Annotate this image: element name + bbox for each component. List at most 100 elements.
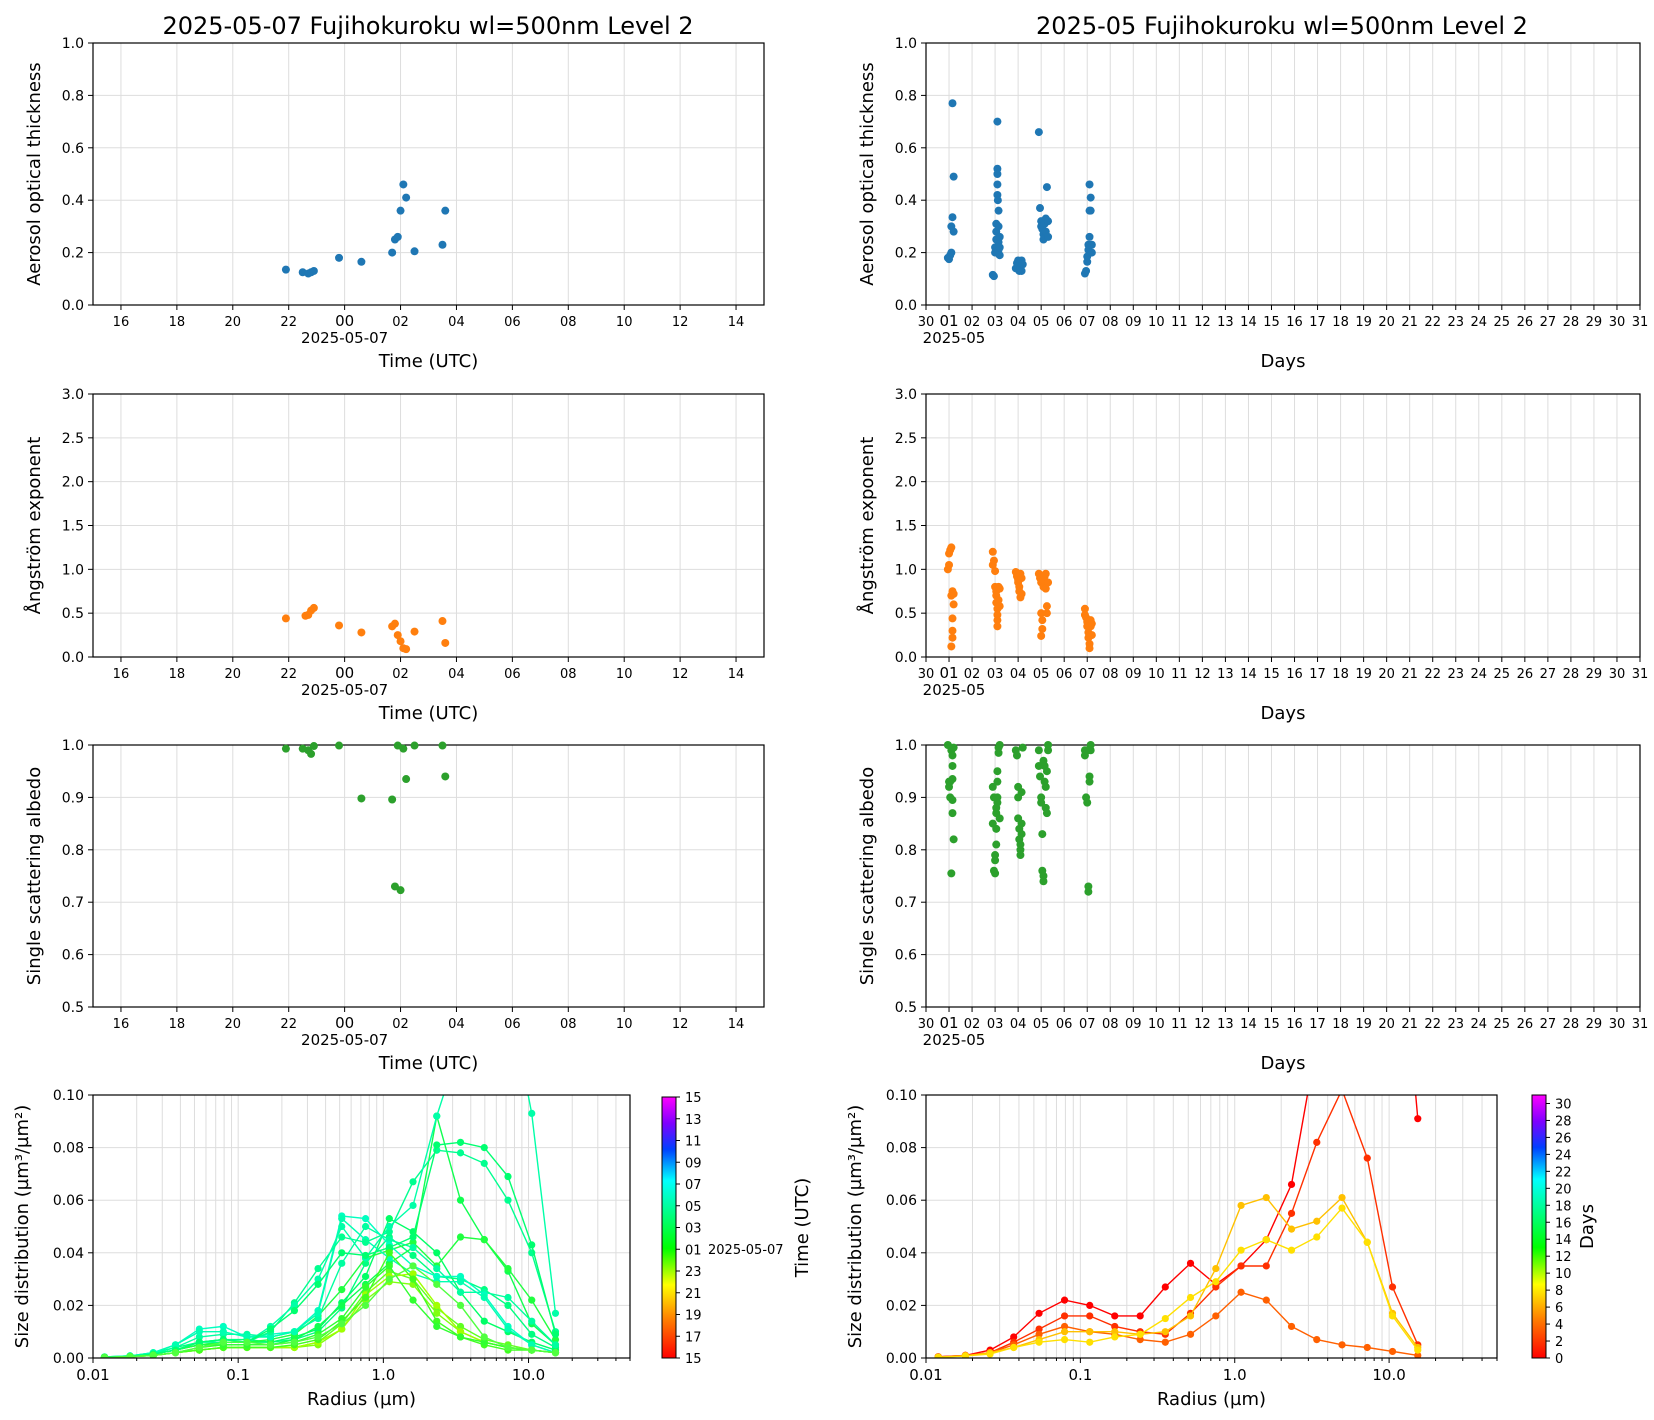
monthly-ssa-point <box>1017 830 1026 839</box>
daily-size-series-point <box>361 1272 370 1281</box>
daily-size-series-point <box>551 1349 560 1357</box>
monthly-aot-ytick-label: 0.2 <box>895 246 917 262</box>
monthly-size-series-point <box>1338 1204 1346 1212</box>
daily-angstrom-ytick-label: 1.0 <box>62 562 84 578</box>
monthly-size-ytick-label: 0.02 <box>886 1298 917 1314</box>
monthly-aot-xtick-label: 12 <box>1194 315 1211 330</box>
monthly-angstrom-xtick-label: 07 <box>1079 667 1096 682</box>
daily-angstrom-xtick-label: 20 <box>225 667 242 682</box>
monthly-aot-point <box>1044 217 1053 226</box>
daily-size-series-point <box>409 1251 417 1260</box>
monthly-ssa-ytick-label: 1.0 <box>895 738 917 754</box>
monthly-angstrom-point <box>948 626 957 635</box>
monthly-ssa-xtick-label: 13 <box>1217 1017 1234 1032</box>
daily-angstrom-point <box>441 638 450 647</box>
monthly-size-series-point <box>1262 1236 1270 1244</box>
monthly-ssa-ylabel: Single scattering albedo <box>857 767 878 985</box>
monthly-ssa-xtick-label: 09 <box>1125 1017 1142 1032</box>
monthly-aot-ytick-label: 0.6 <box>895 141 917 157</box>
daily-aot-xtick-label: 18 <box>169 315 186 330</box>
monthly-aot-xtick-label: 23 <box>1447 315 1464 330</box>
daily-angstrom-ylabel: Ångström exponent <box>23 437 45 615</box>
daily-ssa-ytick-label: 0.8 <box>62 843 84 859</box>
monthly-ssa-xtick-label: 30 <box>918 1017 935 1032</box>
monthly-aot-point <box>994 222 1003 231</box>
monthly-aot-point <box>1087 248 1096 257</box>
daily-size-series-point <box>219 1328 227 1336</box>
monthly-size-ytick-label: 0.08 <box>886 1141 917 1157</box>
monthly-size-series-point <box>1060 1335 1069 1344</box>
monthly-angstrom-point <box>1017 589 1026 598</box>
daily-ssa-point <box>402 775 411 784</box>
monthly-ssa-xtick-label: 19 <box>1355 1017 1372 1032</box>
daily-size-series-point <box>361 1293 370 1302</box>
left-colorbar-tick-label: 07 <box>685 1178 702 1193</box>
daily-ssa-point <box>438 741 447 750</box>
monthly-ssa-point <box>1018 743 1027 752</box>
monthly-size-series-point <box>1086 1301 1094 1309</box>
daily-size-series-point <box>433 1301 441 1309</box>
monthly-aot-point <box>994 206 1003 215</box>
daily-size-series-point <box>361 1238 370 1246</box>
monthly-size-series-line <box>938 1095 1419 1358</box>
daily-angstrom-point <box>357 628 366 637</box>
monthly-angstrom-xtick-label: 27 <box>1540 667 1557 682</box>
monthly-angstrom-ytick-label: 1.5 <box>895 519 917 535</box>
daily-aot-point <box>309 266 318 275</box>
daily-size-series-point <box>195 1343 203 1352</box>
chart-root: 2025-05-07 Fujihokuroku wl=500nm Level 2… <box>12 12 1648 1410</box>
monthly-ssa-xtick-label: 18 <box>1332 1017 1349 1032</box>
monthly-aot-point <box>948 99 957 108</box>
monthly-aot-xtick-label: 19 <box>1355 315 1372 330</box>
monthly-ssa-point <box>948 751 957 760</box>
monthly-size-ytick-label: 0.04 <box>886 1246 917 1262</box>
daily-size-series-point <box>361 1215 370 1223</box>
monthly-aot-date-label: 2025-05 <box>923 329 986 347</box>
daily-angstrom-point <box>390 619 399 628</box>
daily-angstrom-point <box>309 603 318 612</box>
daily-angstrom-ytick-label: 2.5 <box>62 431 84 447</box>
monthly-aot-xtick-label: 01 <box>939 312 958 330</box>
monthly-size-series-point <box>1287 1322 1296 1331</box>
daily-aot-ylabel: Aerosol optical thickness <box>24 62 45 285</box>
daily-aot-xtick-label: 16 <box>113 315 130 330</box>
monthly-aot-point <box>993 117 1002 126</box>
monthly-size-series-point <box>1338 1341 1346 1349</box>
daily-size-series-point <box>480 1159 488 1167</box>
daily-size-series-point <box>528 1109 536 1118</box>
monthly-size-series-line <box>938 1095 1419 1358</box>
monthly-angstrom-xtick-label: 08 <box>1102 667 1119 682</box>
monthly-ssa-xtick-label: 20 <box>1378 1017 1395 1032</box>
monthly-aot-xtick-label: 11 <box>1171 315 1188 330</box>
daily-angstrom-xtick-label: 16 <box>113 667 130 682</box>
daily-angstrom-ytick-label: 2.0 <box>62 475 84 491</box>
right-colorbar-label: Days <box>1577 1204 1598 1249</box>
monthly-size-series-point <box>1313 1335 1321 1344</box>
monthly-aot-point <box>995 243 1004 252</box>
daily-angstrom-point <box>402 645 411 654</box>
monthly-ssa-point <box>1044 741 1053 749</box>
monthly-angstrom-xtick-label: 18 <box>1332 667 1349 682</box>
daily-aot-point <box>396 206 405 215</box>
right-colorbar-tick-label: 18 <box>1555 1199 1572 1214</box>
daily-ssa-point <box>441 772 450 781</box>
daily-size-frame <box>92 1094 631 1359</box>
monthly-angstrom-xtick-label: 09 <box>1125 667 1142 682</box>
monthly-ssa-xtick-label: 12 <box>1194 1017 1211 1032</box>
daily-angstrom-xtick-label: 14 <box>728 667 745 682</box>
daily-ssa-xtick-label: 20 <box>225 1017 242 1032</box>
monthly-angstrom-point <box>1038 624 1047 633</box>
daily-size-xtick-label: 0.01 <box>76 1366 109 1384</box>
monthly-aot-point <box>1086 193 1095 202</box>
right-colorbar-tick-label: 30 <box>1555 1097 1572 1112</box>
monthly-size-ytick-label: 0.10 <box>886 1088 917 1104</box>
daily-size-ylabel: Size distribution (µm³/µm²) <box>12 1105 33 1348</box>
monthly-aot-xtick-label: 04 <box>1010 315 1027 330</box>
monthly-ssa-xtick-label: 21 <box>1401 1017 1418 1032</box>
monthly-ssa-point <box>1039 877 1048 886</box>
monthly-aot-xlabel: Days <box>1261 351 1306 372</box>
daily-ssa-xtick-label: 02 <box>392 1017 409 1032</box>
monthly-size-series-point <box>1389 828 1396 835</box>
daily-size-series-point <box>504 1264 512 1273</box>
monthly-size-series-point <box>1186 1330 1195 1338</box>
